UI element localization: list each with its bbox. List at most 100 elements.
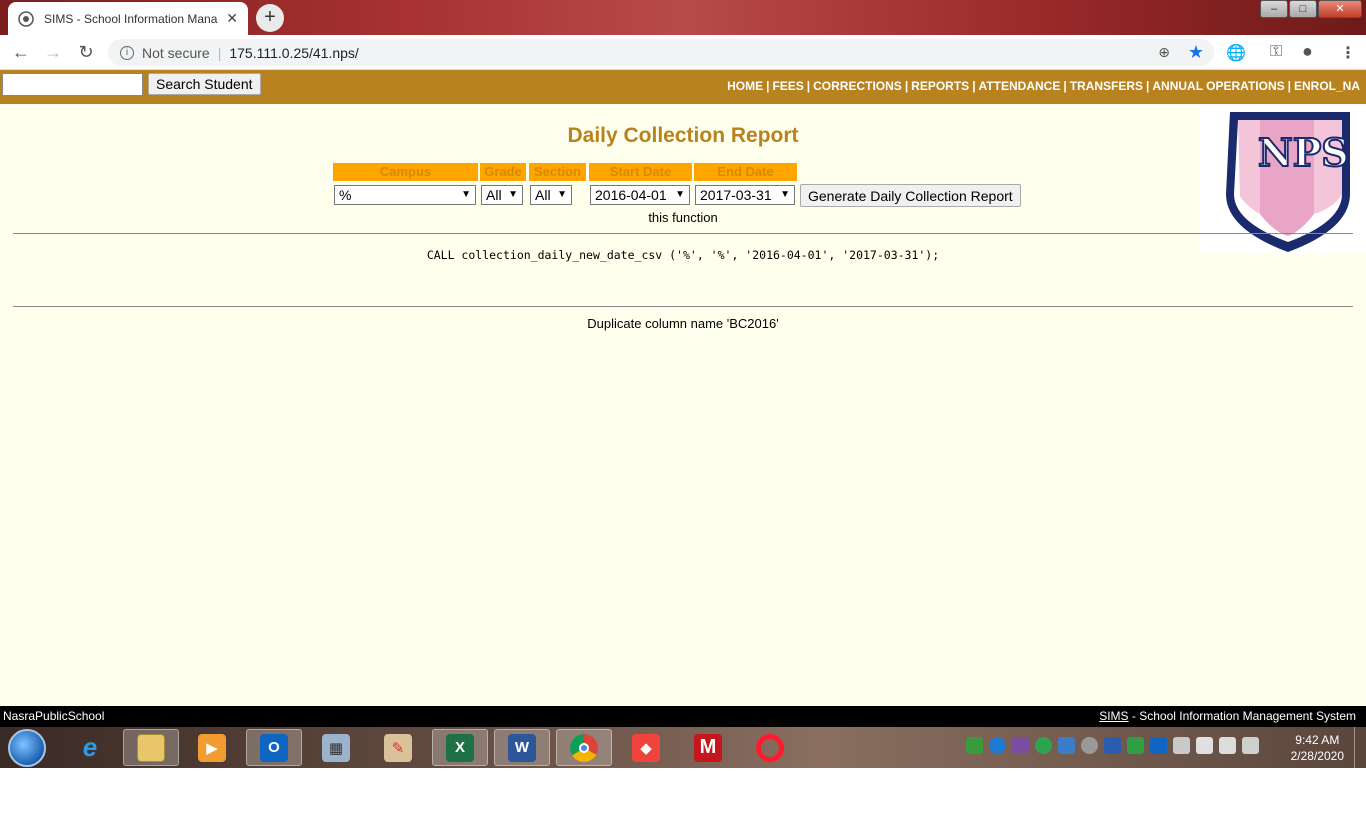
end-date-select[interactable]: 2017-03-31 ▼ bbox=[695, 185, 795, 205]
nav-fees[interactable]: FEES bbox=[772, 79, 803, 93]
internet-explorer-icon[interactable]: e bbox=[62, 729, 118, 766]
site-header: Search Student HOME | FEES | CORRECTIONS | REP… bbox=[0, 70, 1366, 104]
error-message: Duplicate column name 'BC2016' bbox=[587, 316, 779, 331]
maximize-button[interactable]: □ bbox=[1289, 0, 1317, 18]
svg-text:NPS: NPS bbox=[1258, 130, 1349, 175]
start-button[interactable] bbox=[8, 729, 46, 767]
nav-transfers[interactable]: TRANSFERS bbox=[1070, 79, 1143, 93]
excel-icon[interactable]: X bbox=[432, 729, 488, 766]
bookmark-star-icon[interactable]: ★ bbox=[1188, 42, 1204, 63]
url-text[interactable]: 175.111.0.25/41.nps/ bbox=[229, 45, 358, 61]
new-tab-button[interactable]: + bbox=[256, 4, 284, 32]
clock-time: 9:42 AM bbox=[1295, 733, 1340, 747]
sims-link[interactable]: SIMS bbox=[1099, 709, 1128, 723]
security-label: Not secure bbox=[142, 44, 210, 61]
taskbar-clock[interactable]: 9:42 AM 2/28/2020 bbox=[1291, 732, 1344, 764]
main-content: Daily Collection Report NPS Campus Grade… bbox=[0, 104, 1366, 706]
tray-bluetooth-icon[interactable] bbox=[1104, 737, 1121, 754]
show-desktop-button[interactable] bbox=[1354, 727, 1366, 768]
campus-value: % bbox=[339, 187, 352, 203]
tray-sync-icon[interactable] bbox=[1035, 737, 1052, 754]
globe-icon bbox=[18, 10, 34, 27]
clock-date: 2/28/2020 bbox=[1290, 749, 1344, 763]
nav-enrol[interactable]: ENROL_NA bbox=[1294, 79, 1360, 93]
tray-usb-icon[interactable] bbox=[1196, 737, 1213, 754]
tray-signal-icon[interactable] bbox=[1219, 737, 1236, 754]
browser-tab[interactable]: SIMS - School Information Mana ✕ bbox=[8, 2, 248, 35]
search-student-button[interactable]: Search Student bbox=[148, 73, 261, 95]
divider bbox=[13, 306, 1353, 307]
student-search-input[interactable] bbox=[2, 73, 143, 96]
tray-app-icon[interactable] bbox=[1012, 737, 1029, 754]
system-tray bbox=[966, 737, 1259, 754]
school-logo: NPS bbox=[1200, 104, 1366, 254]
school-name: NasraPublicSchool bbox=[3, 709, 105, 723]
end-date-value: 2017-03-31 bbox=[700, 187, 772, 203]
word-icon[interactable]: W bbox=[494, 729, 550, 766]
grade-value: All bbox=[486, 187, 502, 203]
extension-globe-icon[interactable]: 🌐 bbox=[1226, 43, 1246, 63]
dropdown-arrow-icon: ▼ bbox=[557, 189, 567, 200]
tray-check-icon[interactable] bbox=[1127, 737, 1144, 754]
calculator-icon[interactable]: ▦ bbox=[308, 729, 364, 766]
window-close-button[interactable]: ✕ bbox=[1318, 0, 1362, 18]
dropdown-arrow-icon: ▼ bbox=[780, 189, 790, 200]
grade-header: Grade bbox=[480, 163, 526, 181]
nav-attendance[interactable]: ATTENDANCE bbox=[979, 79, 1061, 93]
divider bbox=[13, 233, 1353, 234]
function-note: this function bbox=[648, 210, 718, 225]
tab-title: SIMS - School Information Mana bbox=[44, 11, 218, 26]
blank-area bbox=[0, 768, 1366, 833]
m-app-icon[interactable]: M bbox=[680, 729, 736, 766]
tray-flag-icon[interactable] bbox=[1173, 737, 1190, 754]
start-date-value: 2016-04-01 bbox=[595, 187, 667, 203]
forward-arrow-icon[interactable]: → bbox=[42, 41, 64, 63]
windows-taskbar: e ▶ O ▦ ✎ X W ◆ M 9:42 AM 2/28/2020 bbox=[0, 727, 1366, 768]
campus-header: Campus bbox=[333, 163, 478, 181]
start-date-select[interactable]: 2016-04-01 ▼ bbox=[590, 185, 690, 205]
site-footer: NasraPublicSchool SIMS - School Informat… bbox=[0, 706, 1366, 727]
system-credit: SIMS - School Information Management Sys… bbox=[1099, 709, 1356, 723]
zoom-icon[interactable]: ⊕ bbox=[1158, 44, 1170, 61]
info-icon[interactable]: i bbox=[120, 45, 134, 60]
paint-icon[interactable]: ✎ bbox=[370, 729, 426, 766]
tray-network-icon[interactable] bbox=[966, 737, 983, 754]
generate-report-button[interactable]: Generate Daily Collection Report bbox=[800, 184, 1021, 207]
start-date-header: Start Date bbox=[589, 163, 692, 181]
tray-outlook-icon[interactable] bbox=[1150, 737, 1167, 754]
reload-icon[interactable]: ↻ bbox=[75, 41, 97, 63]
dropdown-arrow-icon: ▼ bbox=[508, 189, 518, 200]
nav-reports[interactable]: REPORTS bbox=[911, 79, 969, 93]
profile-icon[interactable]: ● bbox=[1302, 41, 1313, 62]
top-navigation: HOME | FEES | CORRECTIONS | REPORTS | ATTENDANCE… bbox=[727, 79, 1360, 93]
nav-corrections[interactable]: CORRECTIONS bbox=[813, 79, 902, 93]
nav-separator: | bbox=[766, 79, 770, 93]
media-player-icon[interactable]: ▶ bbox=[184, 729, 240, 766]
outlook-icon[interactable]: O bbox=[246, 729, 302, 766]
menu-dots-icon[interactable]: ⋮ bbox=[1340, 43, 1356, 63]
omnibox-divider: | bbox=[217, 44, 222, 61]
minimize-button[interactable]: – bbox=[1260, 0, 1288, 18]
tray-wifi-icon[interactable] bbox=[1081, 737, 1098, 754]
chrome-icon[interactable] bbox=[556, 729, 612, 766]
file-explorer-icon[interactable] bbox=[123, 729, 179, 766]
address-bar[interactable]: i Not secure | 175.111.0.25/41.nps/ ⊕ ★ bbox=[108, 39, 1214, 66]
nav-separator: | bbox=[1287, 79, 1291, 93]
tray-teamviewer-icon[interactable] bbox=[989, 737, 1006, 754]
nav-separator: | bbox=[1063, 79, 1067, 93]
back-arrow-icon[interactable]: ← bbox=[10, 41, 32, 63]
nav-home[interactable]: HOME bbox=[727, 79, 763, 93]
grade-select[interactable]: All ▼ bbox=[481, 185, 523, 205]
tray-display-icon[interactable] bbox=[1058, 737, 1075, 754]
key-icon[interactable]: ⚿ bbox=[1270, 43, 1282, 61]
tray-volume-icon[interactable] bbox=[1242, 737, 1259, 754]
campus-select[interactable]: % ▼ bbox=[334, 185, 476, 205]
nav-annual-operations[interactable]: ANNUAL OPERATIONS bbox=[1152, 79, 1284, 93]
section-select[interactable]: All ▼ bbox=[530, 185, 572, 205]
anydesk-icon[interactable]: ◆ bbox=[618, 729, 674, 766]
close-icon[interactable]: ✕ bbox=[226, 10, 238, 27]
sql-query-text: CALL collection_daily_new_date_csv ('%',… bbox=[426, 248, 940, 262]
browser-titlebar: SIMS - School Information Mana ✕ + – □ ✕ bbox=[0, 0, 1366, 35]
shield-logo-icon: NPS bbox=[1226, 112, 1350, 252]
opera-icon[interactable] bbox=[742, 729, 798, 766]
